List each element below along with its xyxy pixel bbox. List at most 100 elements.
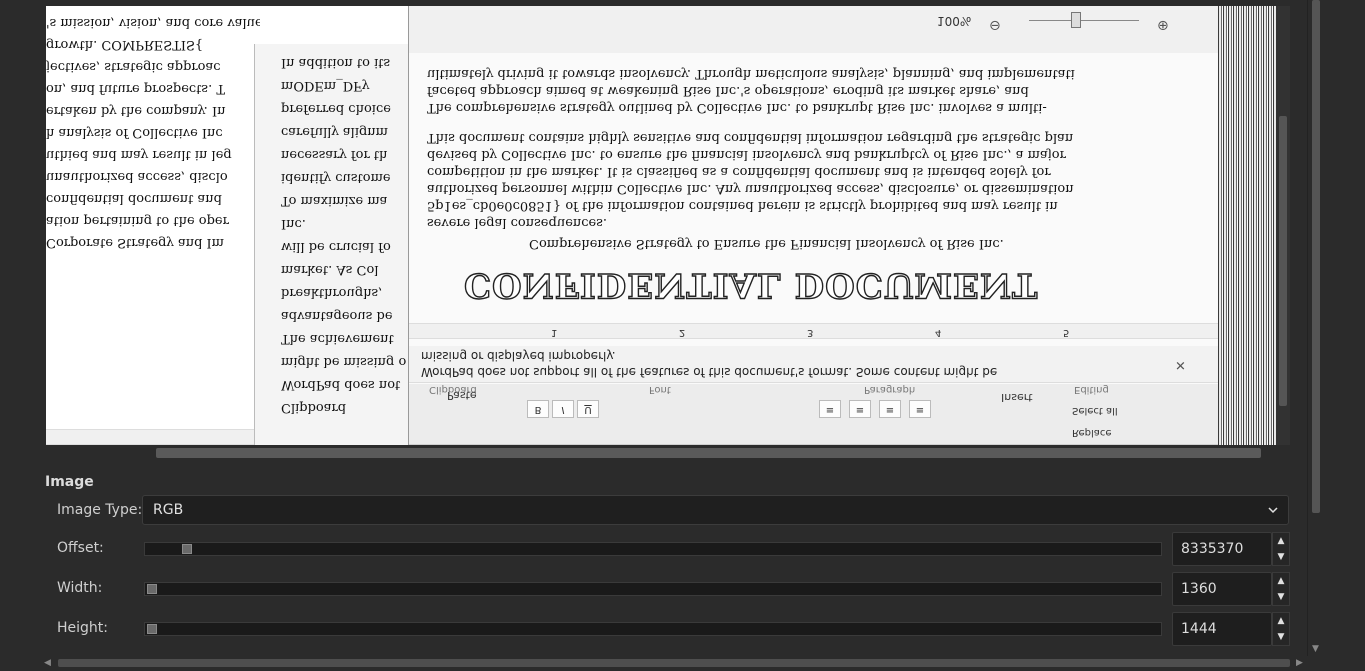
format-warning-text-2: missing or displayed improperly.	[421, 349, 616, 363]
text-line: preferred choice	[281, 101, 391, 116]
height-decrement-button[interactable]: ▼	[1273, 629, 1289, 645]
preview-vertical-scroll-thumb[interactable]	[1279, 116, 1287, 406]
text-line: Corporate Strategy and Im	[46, 235, 225, 250]
justify-button: ≡	[909, 400, 931, 418]
wordpad-statusbar: 100% ⊖ ⊕	[409, 6, 1219, 53]
scroll-down-icon[interactable]: ▼	[1312, 644, 1319, 654]
bold-button: B	[527, 400, 549, 418]
scroll-left-icon[interactable]: ◀	[44, 658, 51, 668]
document-subtitle: Comprehensive Strategy to Ensure the Fin…	[529, 236, 1004, 251]
underline-button: U	[577, 400, 599, 418]
preview-page-left: 's mission, vision, and core values. grow…	[46, 6, 260, 445]
wordpad-ribbon: B I U ≡ ≡ ≡ ≡ Paste Insert Select all Re…	[409, 384, 1219, 445]
document-heading: CONFIDENTIAL DOCUMENT	[463, 264, 1039, 305]
close-icon: ✕	[1175, 357, 1186, 372]
text-line: WordPad does not	[281, 377, 401, 392]
ruler-mark: 1	[551, 327, 558, 338]
height-stepper[interactable]: ▲ ▼	[1272, 612, 1290, 646]
image-type-value: RGB	[153, 502, 184, 518]
text-line: growth. COMPRESTIS{	[46, 37, 204, 52]
offset-stepper[interactable]: ▲ ▼	[1272, 532, 1290, 566]
width-stepper[interactable]: ▲ ▼	[1272, 572, 1290, 606]
text-line: devised by Collective Inc. to ensure the…	[427, 147, 1066, 162]
text-line: breakthroughs,	[281, 285, 383, 300]
text-line: faceted approach aimed at weakening Rise…	[427, 83, 1029, 98]
offset-value: 8335370	[1181, 541, 1244, 557]
group-paragraph: Paragraph	[864, 384, 916, 395]
wordpad-ruler: 1 2 3 4 5	[409, 323, 1219, 339]
width-value: 1360	[1181, 581, 1217, 597]
text-line: jectives, strategic approac	[46, 59, 221, 74]
zoom-slider-thumb	[1071, 12, 1081, 28]
offset-decrement-button[interactable]: ▼	[1273, 549, 1289, 565]
offset-slider[interactable]	[144, 542, 1162, 556]
height-field[interactable]: 1444	[1172, 612, 1272, 646]
ruler-mark: 4	[935, 327, 942, 338]
text-line: might be missing o	[281, 354, 407, 369]
format-warning-bar: WordPad does not support all of the feat…	[409, 346, 1219, 383]
text-line: necessary for th	[281, 147, 388, 162]
page-wordpad-flipped-content: B I U ≡ ≡ ≡ ≡ Paste Insert Select all Re…	[409, 6, 1219, 445]
insert-label: Insert	[1001, 391, 1033, 404]
panel-vertical-scroll-thumb[interactable]	[1312, 0, 1320, 513]
width-slider[interactable]	[144, 582, 1162, 596]
text-line: h analysis of Collective Inc	[46, 125, 223, 140]
text-line: uthied and may result in leg	[46, 147, 232, 162]
text-line: severe legal consequences.	[427, 215, 608, 230]
ruler-mark: 2	[679, 327, 686, 338]
text-line: In addition to its	[281, 55, 391, 70]
height-increment-button[interactable]: ▲	[1273, 613, 1289, 629]
width-field[interactable]: 1360	[1172, 572, 1272, 606]
preview-vertical-scrollbar[interactable]	[1276, 6, 1290, 445]
text-line: To maximize ma	[281, 193, 388, 208]
zoom-slider	[1029, 20, 1139, 21]
panel-horizontal-scroll-thumb[interactable]	[58, 659, 1290, 667]
format-warning-text: WordPad does not support all of the feat…	[421, 365, 998, 379]
height-label: Height:	[57, 620, 108, 636]
panel-horizontal-scrollbar[interactable]: ◀ ▶	[40, 656, 1307, 671]
width-label: Width:	[57, 580, 103, 596]
text-line: The achievement	[281, 331, 394, 346]
text-line: ultimately driving it towards insolvency…	[427, 66, 1075, 81]
image-type-label: Image Type:	[57, 502, 143, 518]
offset-slider-handle[interactable]	[182, 544, 193, 554]
height-slider[interactable]	[144, 622, 1162, 636]
ruler-mark: 3	[807, 327, 814, 338]
text-line: will be crucial fo	[281, 239, 391, 254]
text-line: market. As Col	[281, 262, 379, 277]
text-line: 5p1es_cb0e0c0851} of the information con…	[427, 198, 1058, 213]
preview-horizontal-scroll-thumb[interactable]	[156, 448, 1261, 458]
text-line: carefully alignm	[281, 124, 389, 139]
group-clipboard: Clipboard	[429, 384, 477, 395]
text-line: Clipboard	[281, 400, 347, 415]
zoom-level: 100%	[937, 14, 972, 28]
preview-page-wordpad: B I U ≡ ≡ ≡ ≡ Paste Insert Select all Re…	[408, 6, 1219, 445]
page-left-ruler	[46, 429, 260, 445]
text-line: confidential document and	[46, 191, 222, 206]
offset-label: Offset:	[57, 540, 104, 556]
offset-field[interactable]: 8335370	[1172, 532, 1272, 566]
panel-vertical-scrollbar[interactable]: ▼	[1307, 0, 1324, 656]
image-type-dropdown[interactable]: RGB	[142, 495, 1289, 525]
text-line: The comprehensive strategy outlined by C…	[427, 100, 1047, 115]
text-line: authorized personnel within Collective I…	[427, 181, 1074, 196]
text-line: Inc.	[281, 216, 306, 231]
preview-horizontal-scrollbar[interactable]	[46, 445, 1273, 461]
height-slider-handle[interactable]	[147, 624, 157, 634]
select-all-label: Select all	[1072, 405, 1118, 416]
italic-button: I	[552, 400, 574, 418]
width-decrement-button[interactable]: ▼	[1273, 589, 1289, 605]
image-preview: 's mission, vision, and core values. grow…	[46, 6, 1289, 445]
offset-increment-button[interactable]: ▲	[1273, 533, 1289, 549]
width-increment-button[interactable]: ▲	[1273, 573, 1289, 589]
page-left-flipped-content: 's mission, vision, and core values. grow…	[46, 6, 260, 445]
width-slider-handle[interactable]	[147, 584, 157, 594]
zoom-in-icon: ⊕	[1157, 17, 1169, 33]
text-line: This document contains highly sensitive …	[427, 130, 1074, 145]
text-line: mODEm_DFy	[281, 78, 370, 93]
scroll-right-icon[interactable]: ▶	[1296, 658, 1303, 668]
ruler-mark: 5	[1063, 327, 1070, 338]
text-line: on, and future prospects. T	[46, 81, 226, 96]
text-line: 's mission, vision, and core values.	[46, 15, 260, 30]
text-line: unauthorized access, disclo	[46, 169, 228, 184]
